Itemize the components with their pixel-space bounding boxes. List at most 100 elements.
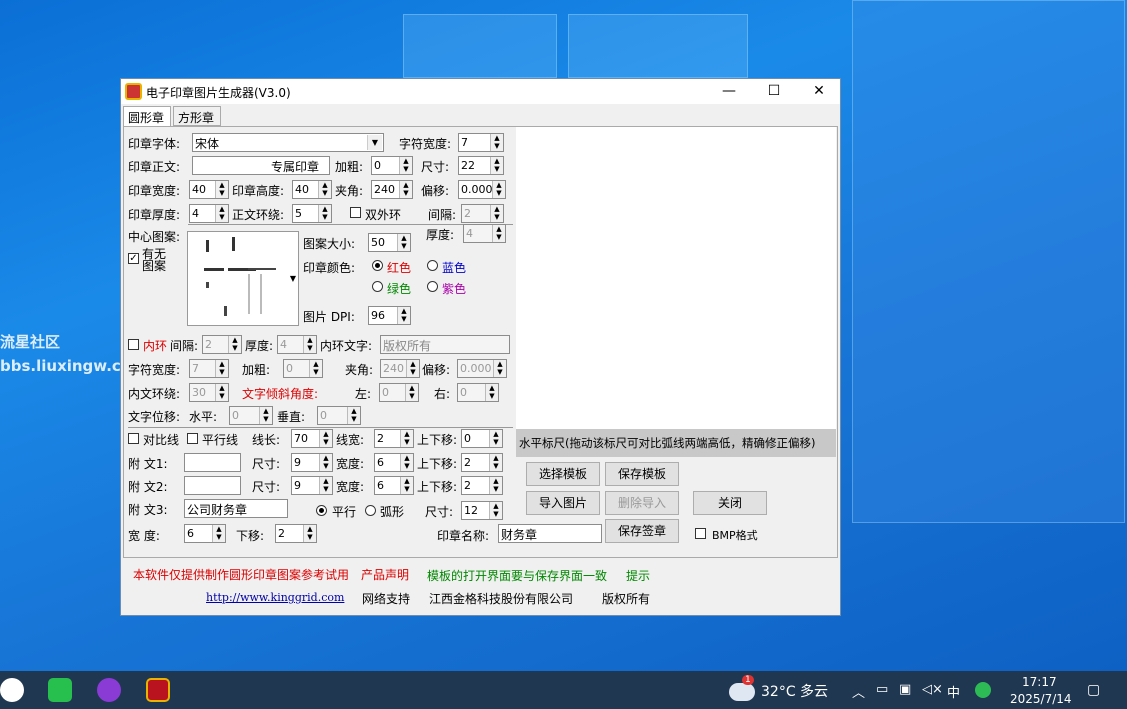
pattern-preview[interactable]: ▼	[187, 231, 299, 326]
select-template-button[interactable]: 选择模板	[526, 462, 600, 486]
weather-text[interactable]: 32°C 多云	[761, 681, 828, 701]
spin-arrows-icon[interactable]: ▲ ▼	[489, 502, 502, 519]
spin-arrows-icon[interactable]: ▲ ▼	[215, 384, 228, 401]
wechat-icon[interactable]	[48, 678, 72, 702]
has-pattern-checkbox[interactable]: ✓	[128, 253, 139, 264]
thickness-stepper[interactable]: 4 ▲ ▼	[189, 204, 229, 223]
tab-square-seal[interactable]: 方形章	[173, 106, 221, 126]
close-window-button[interactable]: ✕	[796, 79, 842, 104]
char-width-stepper[interactable]: 7 ▲ ▼	[458, 133, 504, 152]
save-seal-button[interactable]: 保存签章	[605, 519, 679, 543]
inner-text-input[interactable]: 版权所有	[380, 335, 510, 354]
v-shift-stepper[interactable]: 0 ▲ ▼	[317, 406, 361, 425]
spin-arrows-icon[interactable]: ▲ ▼	[347, 407, 360, 424]
import-image-button[interactable]: 导入图片	[526, 491, 600, 515]
inner-angle-stepper[interactable]: 240 ▲ ▼	[380, 359, 420, 378]
bottom-width-stepper[interactable]: 6 ▲ ▼	[184, 524, 226, 543]
inner-thick-stepper[interactable]: 4 ▲ ▼	[277, 335, 317, 354]
spin-arrows-icon[interactable]: ▲ ▼	[309, 360, 322, 377]
spin-arrows-icon[interactable]: ▲ ▼	[303, 336, 316, 353]
h-shift-stepper[interactable]: 0 ▲ ▼	[229, 406, 273, 425]
notification-icon[interactable]: ▢	[1087, 682, 1100, 698]
inner-ring-checkbox[interactable]	[128, 339, 139, 350]
font-select[interactable]: 宋体 ▼	[192, 133, 384, 152]
spin-arrows-icon[interactable]: ▲ ▼	[215, 205, 228, 222]
line-length-stepper[interactable]: 70 ▲ ▼	[291, 429, 333, 448]
line-width-stepper[interactable]: 2 ▲ ▼	[374, 429, 414, 448]
att3-input[interactable]: 公司财务章	[184, 499, 288, 518]
close-button[interactable]: 关闭	[693, 491, 767, 515]
volume-mute-icon[interactable]: ◁×	[922, 682, 943, 697]
main-text-input[interactable]: 专属印章	[192, 156, 330, 175]
att2-size-stepper[interactable]: 9 ▲ ▼	[291, 476, 333, 495]
spin-arrows-icon[interactable]: ▲ ▼	[489, 454, 502, 471]
spin-arrows-icon[interactable]: ▲ ▼	[405, 384, 418, 401]
weather-cloud-icon[interactable]	[729, 683, 755, 701]
chevron-down-icon[interactable]: ▼	[290, 274, 296, 283]
spin-arrows-icon[interactable]: ▲ ▼	[400, 430, 413, 447]
offset-stepper[interactable]: 0.000 ▲ ▼	[458, 180, 506, 199]
dpi-stepper[interactable]: 96 ▲ ▼	[368, 306, 411, 325]
bmp-format-checkbox[interactable]	[695, 528, 706, 539]
ring-thick-stepper[interactable]: 4 ▲ ▼	[463, 224, 506, 243]
chevron-up-icon[interactable]: ︿	[852, 682, 865, 701]
color-blue-radio[interactable]	[427, 260, 438, 271]
horizontal-ruler[interactable]: 水平标尺(拖动该标尺可对比弧线两端高低，精确修正偏移)	[516, 429, 836, 457]
maximize-button[interactable]: ☐	[751, 79, 797, 104]
tab-round-seal[interactable]: 圆形章	[123, 106, 171, 128]
att2-updown-stepper[interactable]: 2 ▲ ▼	[461, 476, 503, 495]
spin-arrows-icon[interactable]: ▲ ▼	[485, 384, 498, 401]
spin-arrows-icon[interactable]: ▲ ▼	[400, 477, 413, 494]
spin-arrows-icon[interactable]: ▲ ▼	[399, 181, 412, 198]
inner-bold-stepper[interactable]: 0 ▲ ▼	[283, 359, 323, 378]
app-circles-icon[interactable]	[0, 678, 24, 702]
minimize-button[interactable]: —	[706, 79, 752, 104]
att1-updown-stepper[interactable]: 2 ▲ ▼	[461, 453, 503, 472]
battery-icon[interactable]: ▭	[876, 682, 888, 697]
spin-arrows-icon[interactable]: ▲ ▼	[303, 525, 316, 542]
spin-arrows-icon[interactable]: ▲ ▼	[318, 181, 331, 198]
seal-name-input[interactable]: 财务章	[498, 524, 602, 543]
input-method-icon[interactable]	[975, 682, 991, 698]
clock-date[interactable]: 2025/7/14	[1010, 692, 1072, 706]
spin-arrows-icon[interactable]: ▲ ▼	[319, 430, 332, 447]
seal-width-stepper[interactable]: 40 ▲ ▼	[189, 180, 229, 199]
bold-stepper[interactable]: 0 ▲ ▼	[371, 156, 413, 175]
inner-wrap-stepper[interactable]: 30 ▲ ▼	[189, 383, 229, 402]
network-icon[interactable]: ▣	[899, 682, 911, 697]
att1-size-stepper[interactable]: 9 ▲ ▼	[291, 453, 333, 472]
spin-arrows-icon[interactable]: ▲ ▼	[490, 205, 503, 222]
parallel-radio[interactable]	[316, 505, 327, 516]
spin-arrows-icon[interactable]: ▲ ▼	[489, 477, 502, 494]
contrast-line-checkbox[interactable]	[128, 433, 139, 444]
double-ring-checkbox[interactable]	[350, 207, 361, 218]
pattern-size-stepper[interactable]: 50 ▲ ▼	[368, 233, 411, 252]
spin-arrows-icon[interactable]: ▲ ▼	[400, 454, 413, 471]
spin-arrows-icon[interactable]: ▲ ▼	[490, 157, 503, 174]
seal-height-stepper[interactable]: 40 ▲ ▼	[292, 180, 332, 199]
inner-char-width-stepper[interactable]: 7 ▲ ▼	[189, 359, 229, 378]
spin-arrows-icon[interactable]: ▲ ▼	[397, 234, 410, 251]
declaration-link[interactable]: 产品声明	[361, 566, 409, 583]
line-updown-stepper[interactable]: 0 ▲ ▼	[461, 429, 503, 448]
spin-arrows-icon[interactable]: ▲ ▼	[490, 134, 503, 151]
clock-time[interactable]: 17:17	[1022, 675, 1057, 689]
delete-import-button[interactable]: 删除导入	[605, 491, 679, 515]
parallel-line-checkbox[interactable]	[187, 433, 198, 444]
att2-input[interactable]	[184, 476, 241, 495]
spin-arrows-icon[interactable]: ▲ ▼	[493, 360, 506, 377]
spin-arrows-icon[interactable]: ▲ ▼	[492, 225, 505, 242]
wrap-stepper[interactable]: 5 ▲ ▼	[292, 204, 332, 223]
save-template-button[interactable]: 保存模板	[605, 462, 679, 486]
spin-arrows-icon[interactable]: ▲ ▼	[215, 360, 228, 377]
angle-stepper[interactable]: 240 ▲ ▼	[371, 180, 413, 199]
spin-arrows-icon[interactable]: ▲ ▼	[319, 454, 332, 471]
inner-offset-stepper[interactable]: 0.000 ▲ ▼	[457, 359, 507, 378]
spin-arrows-icon[interactable]: ▲ ▼	[406, 360, 419, 377]
spin-arrows-icon[interactable]: ▲ ▼	[318, 205, 331, 222]
chevron-down-icon[interactable]: ▼	[367, 135, 382, 150]
ime-indicator[interactable]: 中	[947, 682, 960, 701]
color-green-radio[interactable]	[372, 281, 383, 292]
color-purple-radio[interactable]	[427, 281, 438, 292]
spin-arrows-icon[interactable]: ▲ ▼	[489, 430, 502, 447]
